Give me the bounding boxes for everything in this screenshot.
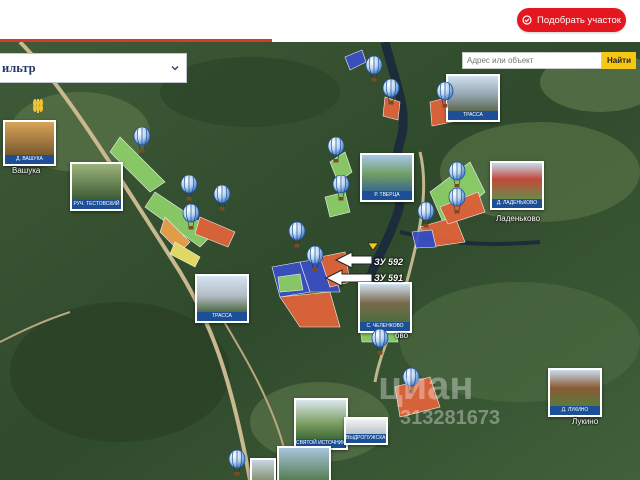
photo-caption: ТРАССА [448,111,498,120]
address-search: Найти [462,52,636,69]
watermark-phone: 313281673 [400,407,501,429]
photo-image [360,284,410,322]
balloon-marker-icon[interactable] [371,328,389,355]
photo-caption: Д. ВАШУКА [5,155,54,164]
photo-image [362,155,412,191]
photo-georgievsky[interactable]: СВЯТОЙ ИСТОЧНИК ГЕОРГИЕВСКИЙ [294,398,348,450]
photo-highway-mid[interactable]: ТРАССА [195,274,249,323]
photo-caption: ВЫДРОПУЖСКАЯ ШКОЛА [346,434,386,443]
photo-caption: ТРАССА [197,312,247,321]
photo-image [346,419,386,434]
plot-label-591[interactable]: ЗУ 591 [374,273,403,283]
check-circle-icon [522,15,532,25]
photo-image [252,460,274,480]
photo-stream-testovsky[interactable]: РУЧ. ТЕСТОВСКИЙ [70,162,123,211]
balloon-marker-icon[interactable] [436,81,454,108]
balloon-marker-icon[interactable] [213,184,231,211]
place-vashuka: Вашука [12,166,41,175]
chevron-down-icon[interactable] [170,63,180,73]
balloon-marker-icon[interactable] [365,55,383,82]
place-ladenkovo: Ладеньково [496,214,541,223]
photo-image [5,122,54,155]
search-button[interactable]: Найти [602,52,636,69]
filter-title: ильтр [2,60,36,75]
balloon-marker-icon[interactable] [382,78,400,105]
photo-highway-top[interactable]: ТРАССА [446,74,500,122]
photo-image [550,370,600,406]
photo-bottom[interactable] [277,446,331,480]
photo-bottom-left[interactable] [250,458,276,480]
photo-image [492,163,542,199]
photo-caption: Р. ТВЕРЦА [362,191,412,200]
pick-plot-button[interactable]: Подобрать участок [517,8,626,32]
photo-caption: Д. ЛАДЕНЬКОВО [492,199,542,208]
photo-vashuka[interactable]: Д. ВАШУКА [3,120,56,166]
photo-lukino[interactable]: Д. ЛУКИНО [548,368,602,417]
photo-chelenkovo[interactable]: С. ЧЕЛЕНКОВО [358,282,412,333]
pick-plot-label: Подобрать участок [537,14,621,26]
balloon-marker-icon[interactable] [228,449,246,476]
balloon-marker-icon[interactable] [327,136,345,163]
photo-image [296,400,346,439]
search-input[interactable] [462,52,602,69]
top-bar: Подобрать участок [0,0,640,42]
balloon-marker-icon[interactable] [133,126,151,153]
balloon-marker-icon[interactable] [182,203,200,230]
balloon-marker-icon[interactable] [288,221,306,248]
place-lukino: Лукино [572,417,599,426]
balloon-marker-icon[interactable] [448,161,466,188]
photo-image [72,164,121,200]
photo-ladenkovo[interactable]: Д. ЛАДЕНЬКОВО [490,161,544,210]
plot-label-592[interactable]: ЗУ 592 [374,257,403,267]
balloon-marker-icon[interactable] [448,187,466,214]
balloon-marker-icon[interactable] [306,245,324,272]
photo-school[interactable]: ВЫДРОПУЖСКАЯ ШКОЛА [344,417,388,445]
photo-image [448,76,498,111]
filter-panel[interactable]: ильтр [0,53,187,83]
photo-caption: РУЧ. ТЕСТОВСКИЙ [72,200,121,209]
photo-tvertsa[interactable]: Р. ТВЕРЦА [360,153,414,202]
balloon-marker-icon[interactable] [417,201,435,228]
map-view[interactable]: ильтр Д. ВАШУКА РУЧ. ТЕСТОВСКИЙ ТРАССА Р… [0,42,640,480]
balloon-marker-icon[interactable] [180,174,198,201]
photo-image [279,448,329,480]
place-chelenkovo: ово [395,331,409,340]
photo-caption: Д. ЛУКИНО [550,406,600,415]
balloon-marker-icon[interactable] [332,174,350,201]
photo-image [197,276,247,312]
watermark-brand: циан [378,364,474,408]
